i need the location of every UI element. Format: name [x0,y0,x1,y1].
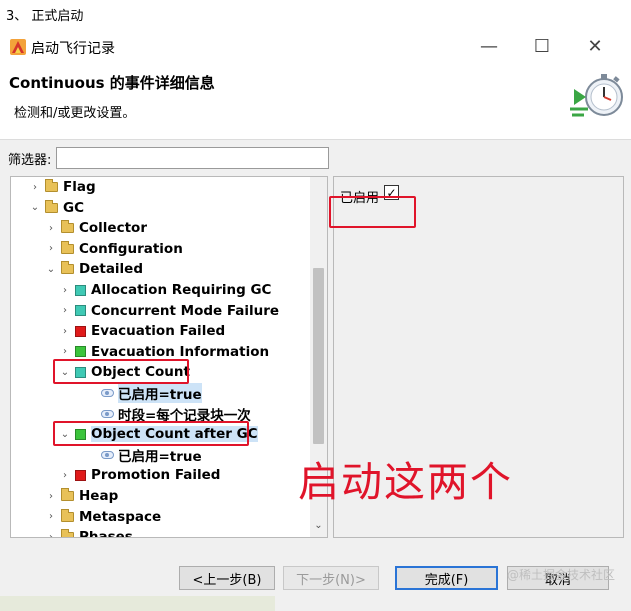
chevron-right-icon[interactable]: › [45,491,57,502]
chevron-right-icon[interactable]: › [45,532,57,537]
highlight-enabled-box [329,196,416,228]
tree-item-label: Detailed [79,261,143,278]
tree-item-label: Phases [79,529,133,538]
tree-folder-row[interactable]: ⌄ GC [29,198,84,218]
tree-item-label: Heap [79,488,119,504]
event-type-icon [75,325,86,337]
tree-item-label: Allocation Requiring GC [91,282,272,298]
step-caption: 3、 正式启动 [6,9,84,24]
tree-folder-row[interactable]: › Phases [45,527,133,538]
tree-folder-row[interactable]: › Collector [45,218,147,238]
tree-event-row[interactable]: › Evacuation Failed [59,321,225,341]
tree-property-row[interactable]: 已启用=true [85,383,202,403]
maximize-button[interactable]: ☐ [519,30,565,62]
tree-property-row[interactable]: 已启用=true [85,445,202,465]
tree-folder-row[interactable]: ⌄ Detailed [45,259,143,279]
tree-event-row[interactable]: › Allocation Requiring GC [59,280,271,300]
highlight-object-count [53,359,189,385]
window-title: 启动飞行记录 [31,41,115,57]
tree-folder-row[interactable]: › Configuration [45,239,183,259]
annotation-text: 启动这两个 [298,458,513,506]
minimize-button[interactable]: — [466,30,512,62]
watermark: @稀土掘金技术社区 [507,568,616,582]
folder-icon [61,261,74,275]
scroll-down-icon[interactable]: ⌄ [313,520,324,534]
event-type-icon [75,305,86,317]
property-icon [101,409,114,418]
folder-icon [61,488,74,501]
close-button[interactable]: ✕ [572,30,618,62]
chevron-right-icon[interactable]: › [59,326,71,337]
filter-label: 筛选器: [8,153,52,168]
event-type-icon [75,469,86,481]
tree-item-label: Promotion Failed [91,467,221,484]
tree-item-label: 已启用=true [118,383,202,403]
stopwatch-icon [570,74,623,117]
folder-icon [45,199,58,213]
tree-item-label: Evacuation Information [91,343,270,360]
chevron-right-icon[interactable]: › [45,243,57,254]
chevron-right-icon[interactable]: › [29,182,41,193]
tree-folder-row[interactable]: › Flag [29,177,96,197]
tree-item-label: 已启用=true [118,448,202,465]
chevron-right-icon[interactable]: › [45,511,57,522]
scrollbar-thumb[interactable] [313,268,324,444]
tree-item-label: Collector [79,220,147,237]
background-strip [0,596,275,611]
event-tree[interactable]: › Flag ⌄ GC › Collector › Configuration ⌄ Detaile… [10,176,328,538]
tree-folder-row[interactable]: › Metaspace [45,507,161,527]
tree-item-label: GC [63,199,84,216]
folder-icon [45,179,58,192]
property-icon [101,389,114,397]
chevron-right-icon[interactable]: › [59,305,71,316]
app-icon [10,39,26,55]
wizard-body: 筛选器: › Flag ⌄ GC › Collector › Configuration ⌄ De… [0,140,631,553]
tree-folder-row[interactable]: › Heap [45,486,118,506]
filter-input[interactable] [56,147,329,169]
flight-recording-dialog: 启动飞行记录 — ☐ ✕ Continuous 的事件详细信息 检测和/或更改设… [0,30,631,611]
chevron-right-icon[interactable]: › [59,285,71,296]
wizard-description: 检测和/或更改设置。 [14,106,136,121]
tree-event-row[interactable]: › Promotion Failed [59,465,220,485]
chevron-right-icon[interactable]: › [59,346,71,357]
wizard-header: Continuous 的事件详细信息 检测和/或更改设置。 [0,62,631,140]
event-type-icon [75,284,86,296]
folder-icon [61,220,74,234]
next-button[interactable]: 下一步(N)> [283,566,379,590]
chevron-right-icon[interactable]: › [45,223,57,234]
tree-item-label: Evacuation Failed [91,323,226,340]
tree-item-label: Metaspace [79,508,162,525]
chevron-down-icon[interactable]: ⌄ [45,264,57,275]
folder-icon [61,508,74,522]
folder-icon [61,240,74,254]
tree-item-label: Flag [63,179,96,195]
highlight-object-count-after-gc [53,421,249,447]
title-bar: 启动飞行记录 — ☐ ✕ [0,30,631,62]
back-button[interactable]: <上一步(B) [179,566,275,590]
event-type-icon [75,346,86,358]
tree-item-label: Concurrent Mode Failure [91,302,280,319]
chevron-down-icon[interactable]: ⌄ [29,202,41,213]
tree-event-row[interactable]: › Concurrent Mode Failure [59,301,279,321]
finish-button[interactable]: 完成(F) [395,566,498,590]
chevron-right-icon[interactable]: › [59,470,71,481]
property-icon [101,450,114,459]
wizard-title: Continuous 的事件详细信息 [9,74,215,92]
tree-item-label: Configuration [79,240,183,257]
folder-icon [61,529,74,537]
